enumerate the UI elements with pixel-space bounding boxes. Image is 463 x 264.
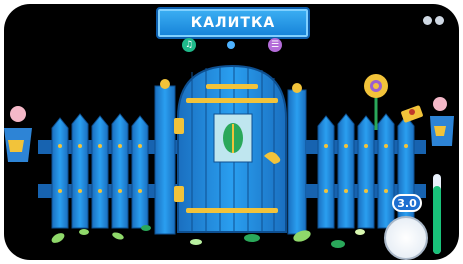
menu-icon[interactable]: ☰ xyxy=(268,38,282,52)
page-indicator xyxy=(227,41,235,49)
honey-jar-left[interactable] xyxy=(4,106,32,162)
rotate-dial[interactable] xyxy=(384,216,428,260)
zoom-value-badge: 3.0 xyxy=(392,194,422,212)
bird-item[interactable] xyxy=(401,105,424,123)
zoom-slider-fill xyxy=(433,186,441,254)
speaker-icon[interactable]: ♫ xyxy=(182,38,196,52)
settings-icon[interactable] xyxy=(423,16,432,25)
gate-post-right xyxy=(287,83,307,235)
title-banner: КАЛИТКА xyxy=(156,7,310,39)
honey-jar-right[interactable] xyxy=(430,97,454,146)
close-icon[interactable] xyxy=(435,16,444,25)
gate[interactable] xyxy=(174,64,287,233)
gate-post-left xyxy=(154,79,176,235)
zoom-slider[interactable] xyxy=(433,174,441,254)
